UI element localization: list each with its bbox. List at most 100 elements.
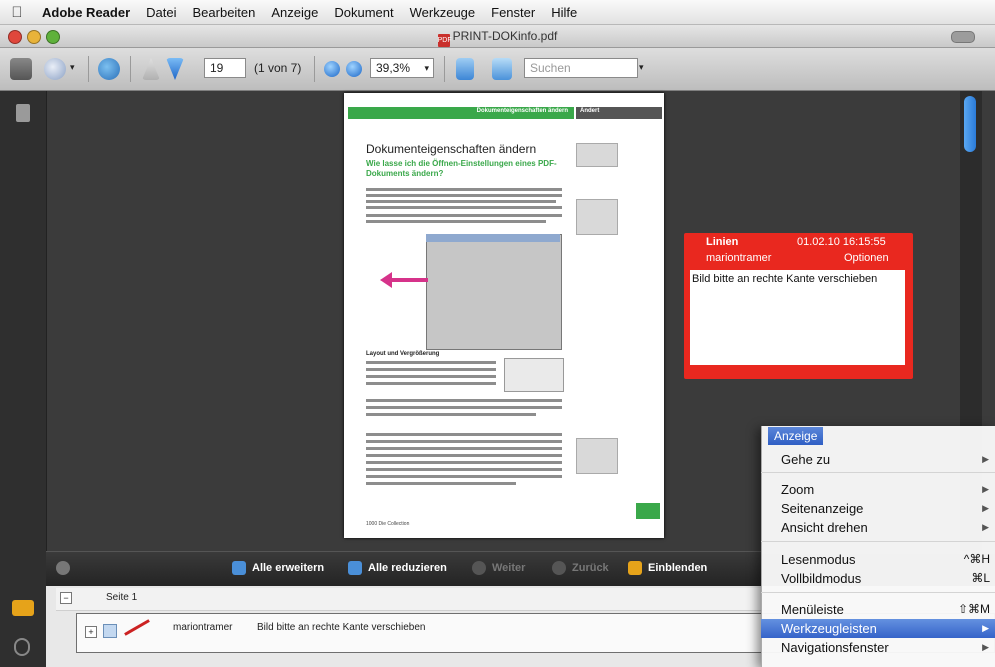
page-footer: 1000 Die Collection <box>366 521 410 527</box>
window-title: PDFPRINT-DOKinfo.pdf <box>0 29 995 47</box>
menu-item-ansicht-drehen[interactable]: Ansicht drehen ▶ <box>761 518 995 537</box>
collapse-all-icon <box>348 561 362 575</box>
menu-item-gehe-zu[interactable]: Gehe zu ▶ <box>761 450 995 469</box>
text-line <box>366 368 496 371</box>
previous-comment-icon <box>552 561 566 575</box>
window-title-text: PRINT-DOKinfo.pdf <box>452 29 558 43</box>
expand-icon[interactable]: + <box>85 626 97 638</box>
attachment-icon[interactable] <box>14 638 30 656</box>
toolbar-separator <box>444 56 445 82</box>
text-line <box>366 361 496 364</box>
next-comment-icon <box>472 561 486 575</box>
menu-hilfe[interactable]: Hilfe <box>543 5 585 20</box>
comments-panel-icon[interactable] <box>12 600 34 616</box>
menu-anzeige[interactable]: Anzeige <box>263 5 326 20</box>
comment-options-menu[interactable]: Optionen <box>844 252 913 264</box>
window-titlebar: PDFPRINT-DOKinfo.pdf <box>0 25 995 48</box>
menu-item-vollbildmodus[interactable]: Vollbildmodus ⌘L <box>761 569 995 588</box>
zoom-value: 39,3% <box>376 61 411 75</box>
view-menu-title[interactable]: Anzeige <box>768 427 824 445</box>
page-header-text: Dokumenteigenschaften ändern <box>476 108 568 114</box>
screenshot-figure-titlebar <box>426 234 560 242</box>
submenu-arrow-icon: ▶ <box>982 623 989 633</box>
menu-item-menueleiste[interactable]: Menüleiste ⇧⌘M <box>761 600 995 619</box>
page-count: (1 von 7) <box>254 61 302 75</box>
comment-text[interactable]: Bild bitte an rechte Kante verschieben <box>690 270 905 365</box>
side-box <box>576 438 618 474</box>
menu-bearbeiten[interactable]: Bearbeiten <box>185 5 264 20</box>
collapse-icon[interactable]: − <box>60 592 72 604</box>
page-header-tab: Ändert <box>576 107 662 119</box>
zoom-out-icon[interactable] <box>324 61 340 77</box>
text-line <box>366 413 536 416</box>
toolbar-separator <box>314 56 315 82</box>
apple-icon[interactable]:  <box>0 4 34 21</box>
text-line <box>366 433 562 436</box>
text-line <box>366 461 562 464</box>
menu-item-zoom[interactable]: Zoom ▶ <box>761 480 995 499</box>
pdf-file-icon: PDF <box>437 34 452 47</box>
next-page-icon[interactable] <box>166 58 184 80</box>
app-menu[interactable]: Adobe Reader <box>34 5 138 20</box>
submenu-arrow-icon: ▶ <box>982 503 989 513</box>
text-line <box>366 482 516 485</box>
menu-item-label: Menüleiste <box>781 602 844 617</box>
text-line <box>366 382 496 385</box>
zoom-in-icon[interactable] <box>346 61 362 77</box>
comment-filter-icon[interactable] <box>56 561 70 575</box>
menu-item-label: Lesenmodus <box>781 552 856 567</box>
previous-comment-button[interactable]: Zurück <box>572 562 609 574</box>
page-number-badge <box>636 503 660 519</box>
expand-all-button[interactable]: Alle erweitern <box>252 562 324 574</box>
menu-datei[interactable]: Datei <box>138 5 184 20</box>
line-annotation-icon <box>124 619 150 636</box>
submenu-arrow-icon: ▶ <box>982 454 989 464</box>
menu-dokument[interactable]: Dokument <box>326 5 401 20</box>
collapse-all-button[interactable]: Alle reduzieren <box>368 562 447 574</box>
menu-fenster[interactable]: Fenster <box>483 5 543 20</box>
menu-item-label: Vollbildmodus <box>781 571 862 586</box>
menu-item-navigationsfenster[interactable]: Navigationsfenster ▶ <box>761 638 995 657</box>
menu-werkzeuge[interactable]: Werkzeuge <box>402 5 484 20</box>
menu-item-werkzeugleisten[interactable]: Werkzeugleisten ▶ <box>761 619 995 638</box>
show-comments-icon <box>628 561 642 575</box>
page-number-input[interactable]: 19 <box>204 58 246 78</box>
submenu-arrow-icon: ▶ <box>982 642 989 652</box>
section-heading: Layout und Vergrößerung <box>366 351 440 357</box>
submenu-arrow-icon: ▶ <box>982 484 989 494</box>
menu-item-seitenanzeige[interactable]: Seitenanzeige ▶ <box>761 499 995 518</box>
menu-item-shortcut: ^⌘H <box>963 552 990 566</box>
checkbox-icon[interactable] <box>103 624 117 638</box>
text-line <box>366 399 562 402</box>
comment-popup[interactable]: Linien 01.02.10 16:15:55 mariontramer Op… <box>684 233 913 379</box>
scrollbar-thumb[interactable] <box>964 96 976 152</box>
side-box <box>576 143 618 167</box>
document-title: Dokumenteigenschaften ändern <box>366 142 537 156</box>
menu-item-label: Zoom <box>781 482 815 497</box>
search-input[interactable]: Suchen <box>524 58 638 78</box>
text-line <box>366 440 562 443</box>
text-line <box>366 375 496 378</box>
menu-item-label: Ansicht drehen <box>781 520 868 535</box>
fit-width-icon[interactable] <box>492 58 512 80</box>
comment-row-text: Bild bitte an rechte Kante verschieben <box>257 622 426 633</box>
toolbar-toggle-button[interactable] <box>951 31 975 43</box>
next-comment-button[interactable]: Weiter <box>492 562 525 574</box>
toolbar: ▾ 19 (1 von 7) 39,3% ▾ Suchen ▾ <box>0 48 995 91</box>
comment-icon[interactable] <box>98 58 120 80</box>
expand-all-icon <box>232 561 246 575</box>
pdf-page: Dokumenteigenschaften ändern Ändert Doku… <box>344 93 664 538</box>
text-line <box>366 447 562 450</box>
share-icon[interactable] <box>44 58 66 80</box>
fit-page-icon[interactable] <box>456 58 474 80</box>
chevron-down-icon: ▾ <box>424 63 429 73</box>
text-line <box>366 468 562 471</box>
show-comments-button[interactable]: Einblenden <box>648 562 707 574</box>
share-dropdown-icon[interactable]: ▾ <box>70 62 75 73</box>
zoom-select[interactable]: 39,3% ▾ <box>370 58 434 78</box>
pages-panel-icon[interactable] <box>16 104 30 122</box>
search-dropdown-icon[interactable]: ▾ <box>639 62 644 73</box>
print-icon[interactable] <box>10 58 32 80</box>
menu-item-lesenmodus[interactable]: Lesenmodus ^⌘H <box>761 550 995 569</box>
previous-page-icon[interactable] <box>142 58 160 80</box>
